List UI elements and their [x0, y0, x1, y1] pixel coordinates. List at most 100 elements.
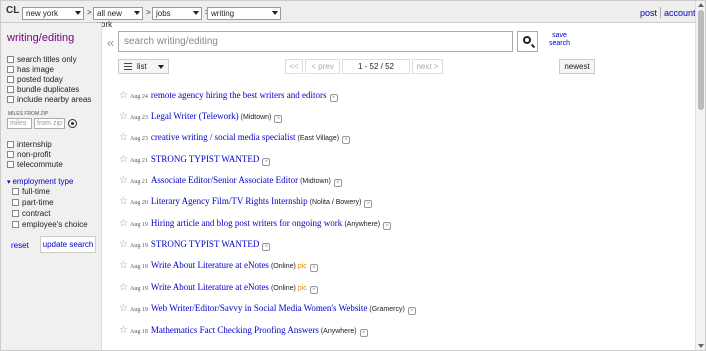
option-has-image[interactable]: has image [7, 65, 54, 75]
checkbox[interactable] [7, 96, 14, 103]
hide-listing-icon[interactable]: × [342, 136, 351, 144]
listing-title-link[interactable]: Hiring article and blog post writers for… [151, 218, 342, 228]
hide-listing-icon[interactable]: × [364, 200, 373, 208]
listing-title-link[interactable]: Literary Agency Film/TV Rights Internshi… [151, 196, 308, 206]
list-item: ☆ Aug 20 Literary Agency Film/TV Rights In… [119, 194, 373, 209]
checkbox[interactable] [7, 161, 14, 168]
chevron-down-icon [193, 11, 199, 15]
next-page-button[interactable]: next > [412, 59, 443, 74]
reset-link[interactable]: reset [11, 241, 29, 250]
listing-title-link[interactable]: creative writing / social media speciali… [151, 132, 296, 142]
flag-non-profit[interactable]: non-profit [7, 150, 51, 160]
option-include-nearby-areas[interactable]: include nearby areas [7, 95, 91, 105]
locate-target-icon[interactable] [68, 119, 77, 128]
posting-date: Aug 19 [130, 243, 148, 249]
option-label: telecommute [17, 160, 63, 169]
hide-listing-icon[interactable]: × [333, 179, 342, 187]
favorite-star-icon[interactable]: ☆ [119, 153, 130, 167]
favorite-star-icon[interactable]: ☆ [119, 195, 130, 209]
employment-employees-choice[interactable]: employee's choice [12, 220, 88, 230]
listing-title-link[interactable]: STRONG TYPIST WANTED [151, 154, 260, 164]
category-title[interactable]: writing/editing [7, 32, 74, 44]
collapse-sidebar-icon[interactable]: « [107, 35, 114, 50]
hide-listing-icon[interactable]: × [309, 264, 318, 272]
account-link[interactable]: account [664, 8, 696, 18]
list-item: ☆ Aug 24 remote agency hiring the best wri… [119, 88, 338, 102]
scroll-down-icon[interactable] [698, 344, 704, 348]
list-item: ☆ Aug 18 Mathematics Fact Checking Proofin… [119, 323, 368, 337]
sort-newest-button[interactable]: newest [559, 59, 595, 74]
subcategory-select[interactable]: writing [207, 7, 281, 20]
hide-listing-icon[interactable]: × [262, 243, 271, 251]
listing-title-link[interactable]: remote agency hiring the best writers an… [151, 90, 327, 100]
option-search-titles-only[interactable]: search titles only [7, 55, 77, 65]
listing-title-link[interactable]: Mathematics Fact Checking Proofing Answe… [151, 325, 319, 335]
checkbox[interactable] [12, 188, 19, 195]
checkbox[interactable] [12, 210, 19, 217]
favorite-star-icon[interactable]: ☆ [119, 259, 130, 273]
checkbox[interactable] [7, 151, 14, 158]
category-select[interactable]: jobs [152, 7, 202, 20]
checkbox[interactable] [12, 221, 19, 228]
favorite-star-icon[interactable]: ☆ [119, 281, 130, 295]
has-pic-tag: pic [297, 263, 307, 270]
checkbox[interactable] [7, 66, 14, 73]
favorite-star-icon[interactable]: ☆ [119, 131, 130, 145]
scroll-up-icon[interactable] [698, 3, 704, 7]
hide-listing-icon[interactable]: × [274, 115, 283, 123]
hide-listing-icon[interactable]: × [407, 307, 416, 315]
favorite-star-icon[interactable]: ☆ [119, 110, 130, 124]
option-bundle-duplicates[interactable]: bundle duplicates [7, 85, 79, 95]
view-mode-select[interactable]: list [118, 59, 169, 74]
checkbox[interactable] [7, 141, 14, 148]
category-select-value: jobs [156, 9, 171, 18]
area-select[interactable]: new york [22, 7, 84, 20]
update-search-button[interactable]: update search [40, 236, 96, 253]
employment-full-time[interactable]: full-time [12, 187, 50, 197]
checkbox[interactable] [7, 56, 14, 63]
zip-input[interactable]: from zip [34, 118, 65, 129]
flag-telecommute[interactable]: telecommute [7, 160, 63, 170]
first-page-button[interactable]: << [285, 59, 303, 74]
favorite-star-icon[interactable]: ☆ [119, 302, 130, 316]
listing-title-link[interactable]: Write About Literature at eNotes [151, 260, 269, 270]
employment-type-toggle[interactable]: employment type [7, 177, 73, 186]
listing-title-link[interactable]: Write About Literature at eNotes [151, 282, 269, 292]
listing-title-link[interactable]: STRONG TYPIST WANTED [151, 239, 260, 249]
favorite-star-icon[interactable]: ☆ [119, 324, 130, 338]
employment-contract[interactable]: contract [12, 209, 50, 219]
hide-listing-icon[interactable]: × [359, 329, 368, 337]
prev-page-button[interactable]: < prev [305, 59, 340, 74]
checkbox[interactable] [12, 199, 19, 206]
option-label: part-time [22, 198, 54, 207]
post-link[interactable]: post [640, 8, 657, 18]
option-posted-today[interactable]: posted today [7, 75, 63, 85]
list-item: ☆ Aug 21 Associate Editor/Senior Associate… [119, 173, 342, 187]
search-input[interactable]: search writing/editing [118, 31, 513, 52]
favorite-star-icon[interactable]: ☆ [119, 89, 130, 103]
save-search-link[interactable]: save search [549, 32, 570, 48]
favorite-star-icon[interactable]: ☆ [119, 217, 130, 231]
miles-input[interactable]: miles [7, 118, 32, 129]
list-item: ☆ Aug 19 Hiring article and blog post writ… [119, 216, 392, 231]
hide-listing-icon[interactable]: × [383, 222, 392, 230]
employment-part-time[interactable]: part-time [12, 198, 54, 208]
checkbox[interactable] [7, 86, 14, 93]
flag-internship[interactable]: internship [7, 140, 52, 150]
scrollbar[interactable] [695, 1, 705, 350]
listing-title-link[interactable]: Associate Editor/Senior Associate Editor [151, 175, 298, 185]
favorite-star-icon[interactable]: ☆ [119, 238, 130, 252]
search-button[interactable] [517, 31, 538, 52]
hide-listing-icon[interactable]: × [329, 94, 338, 102]
posting-date: Aug 19 [130, 286, 148, 292]
checkbox[interactable] [7, 76, 14, 83]
hide-listing-icon[interactable]: × [309, 286, 318, 294]
craigslist-logo[interactable]: CL [6, 5, 19, 16]
hide-listing-icon[interactable]: × [262, 158, 271, 166]
listing-title-link[interactable]: Web Writer/Editor/Savvy in Social Media … [151, 303, 368, 313]
favorite-star-icon[interactable]: ☆ [119, 174, 130, 188]
subarea-select[interactable]: all new york [93, 7, 143, 29]
scrollbar-thumb[interactable] [698, 10, 704, 110]
listing-title-link[interactable]: Legal Writer (Telework) [151, 111, 239, 121]
posting-date: Aug 19 [130, 307, 148, 313]
